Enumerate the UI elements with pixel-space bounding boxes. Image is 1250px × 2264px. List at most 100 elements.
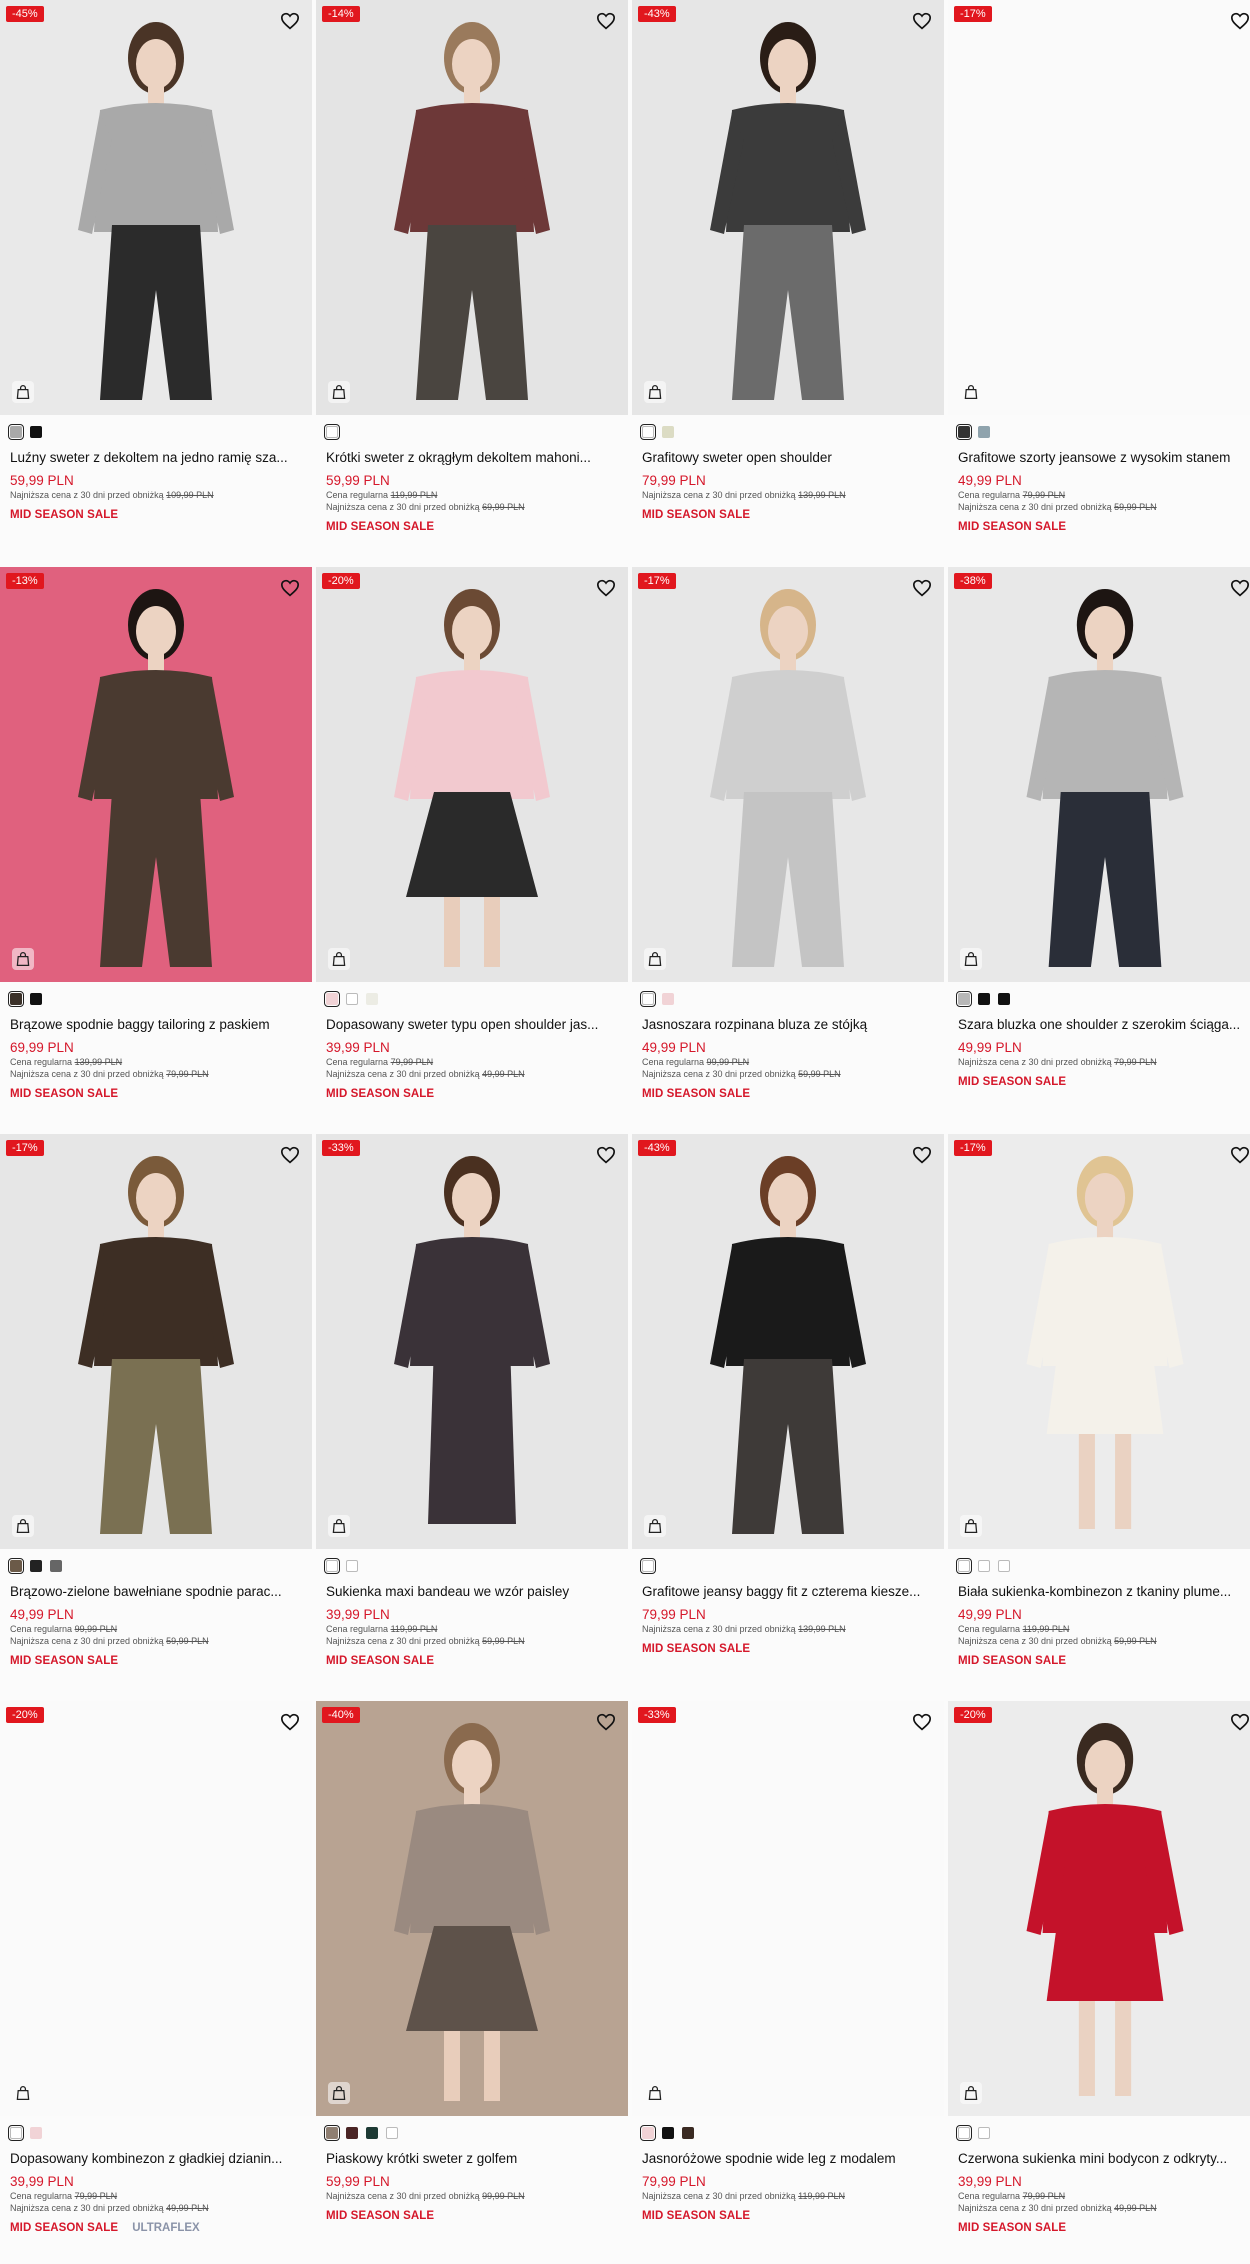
color-swatch[interactable] — [8, 424, 24, 440]
shopping-bag-icon[interactable] — [960, 381, 982, 403]
color-swatch[interactable] — [366, 993, 378, 1005]
product-image[interactable]: -14% — [316, 0, 628, 415]
heart-icon[interactable] — [912, 579, 932, 597]
product-card[interactable]: -20% Czerwona sukienka mini bodycon z od… — [948, 1701, 1250, 2264]
shopping-bag-icon[interactable] — [960, 1515, 982, 1537]
color-swatch[interactable] — [640, 991, 656, 1007]
product-title[interactable]: Piaskowy krótki sweter z golfem — [326, 2150, 618, 2168]
product-card[interactable]: -17% Jasnoszara rozpinana bluza ze stójk… — [632, 567, 944, 1130]
heart-icon[interactable] — [280, 579, 300, 597]
product-title[interactable]: Jasnoszara rozpinana bluza ze stójką — [642, 1016, 934, 1034]
product-card[interactable]: -17% Biała sukienka-kombinezon z tkaniny… — [948, 1134, 1250, 1697]
product-title[interactable]: Brązowe spodnie baggy tailoring z paskie… — [10, 1016, 302, 1034]
color-swatch[interactable] — [956, 424, 972, 440]
heart-icon[interactable] — [596, 579, 616, 597]
color-swatch[interactable] — [662, 2127, 674, 2139]
product-image[interactable]: -20% — [316, 567, 628, 982]
color-swatch[interactable] — [978, 426, 990, 438]
product-title[interactable]: Dopasowany sweter typu open shoulder jas… — [326, 1016, 618, 1034]
color-swatch[interactable] — [978, 1560, 990, 1572]
shopping-bag-icon[interactable] — [12, 948, 34, 970]
shopping-bag-icon[interactable] — [328, 381, 350, 403]
product-title[interactable]: Jasnoróżowe spodnie wide leg z modalem — [642, 2150, 934, 2168]
product-title[interactable]: Szara bluzka one shoulder z szerokim ści… — [958, 1016, 1250, 1034]
heart-icon[interactable] — [1230, 1146, 1250, 1164]
product-title[interactable]: Dopasowany kombinezon z gładkiej dzianin… — [10, 2150, 302, 2168]
shopping-bag-icon[interactable] — [12, 2082, 34, 2104]
shopping-bag-icon[interactable] — [328, 948, 350, 970]
product-image[interactable]: -17% — [0, 1134, 312, 1549]
product-image[interactable]: -33% — [632, 1701, 944, 2116]
shopping-bag-icon[interactable] — [644, 1515, 666, 1537]
product-image[interactable]: -33% — [316, 1134, 628, 1549]
product-image[interactable]: -13% — [0, 567, 312, 982]
color-swatch[interactable] — [30, 993, 42, 1005]
color-swatch[interactable] — [324, 2125, 340, 2141]
product-card[interactable]: -17% Grafitowe szorty jeansowe z wysokim… — [948, 0, 1250, 563]
product-card[interactable]: -33% Jasnoróżowe spodnie wide leg z moda… — [632, 1701, 944, 2264]
heart-icon[interactable] — [1230, 12, 1250, 30]
product-image[interactable]: -17% — [948, 0, 1250, 415]
color-swatch[interactable] — [682, 2127, 694, 2139]
heart-icon[interactable] — [280, 12, 300, 30]
color-swatch[interactable] — [346, 1560, 358, 1572]
product-image[interactable]: -17% — [632, 567, 944, 982]
product-card[interactable]: -45% Luźny sweter z dekoltem na jedno ra… — [0, 0, 312, 563]
shopping-bag-icon[interactable] — [328, 1515, 350, 1537]
color-swatch[interactable] — [8, 1558, 24, 1574]
shopping-bag-icon[interactable] — [960, 948, 982, 970]
product-card[interactable]: -20% Dopasowany kombinezon z gładkiej dz… — [0, 1701, 312, 2264]
color-swatch[interactable] — [956, 2125, 972, 2141]
heart-icon[interactable] — [1230, 1713, 1250, 1731]
color-swatch[interactable] — [978, 993, 990, 1005]
shopping-bag-icon[interactable] — [12, 1515, 34, 1537]
heart-icon[interactable] — [280, 1713, 300, 1731]
product-image[interactable]: -40% — [316, 1701, 628, 2116]
color-swatch[interactable] — [8, 2125, 24, 2141]
product-title[interactable]: Brązowo-zielone bawełniane spodnie parac… — [10, 1583, 302, 1601]
heart-icon[interactable] — [912, 12, 932, 30]
product-image[interactable]: -20% — [0, 1701, 312, 2116]
product-card[interactable]: -17% Brązowo-zielone bawełniane spodnie … — [0, 1134, 312, 1697]
heart-icon[interactable] — [596, 1713, 616, 1731]
product-card[interactable]: -13% Brązowe spodnie baggy tailoring z p… — [0, 567, 312, 1130]
color-swatch[interactable] — [640, 424, 656, 440]
product-image[interactable]: -43% — [632, 0, 944, 415]
color-swatch[interactable] — [998, 1560, 1010, 1572]
color-swatch[interactable] — [640, 1558, 656, 1574]
product-title[interactable]: Grafitowy sweter open shoulder — [642, 449, 934, 467]
color-swatch[interactable] — [978, 2127, 990, 2139]
product-title[interactable]: Grafitowe jeansy baggy fit z czterema ki… — [642, 1583, 934, 1601]
shopping-bag-icon[interactable] — [644, 381, 666, 403]
product-image[interactable]: -45% — [0, 0, 312, 415]
shopping-bag-icon[interactable] — [960, 2082, 982, 2104]
product-card[interactable]: -33% Sukienka maxi bandeau we wzór paisl… — [316, 1134, 628, 1697]
heart-icon[interactable] — [280, 1146, 300, 1164]
heart-icon[interactable] — [596, 12, 616, 30]
product-card[interactable]: -20% Dopasowany sweter typu open shoulde… — [316, 567, 628, 1130]
color-swatch[interactable] — [956, 1558, 972, 1574]
product-card[interactable]: -43% Grafitowe jeansy baggy fit z cztere… — [632, 1134, 944, 1697]
product-title[interactable]: Luźny sweter z dekoltem na jedno ramię s… — [10, 449, 302, 467]
color-swatch[interactable] — [662, 993, 674, 1005]
heart-icon[interactable] — [1230, 579, 1250, 597]
color-swatch[interactable] — [366, 2127, 378, 2139]
color-swatch[interactable] — [640, 2125, 656, 2141]
color-swatch[interactable] — [8, 991, 24, 1007]
color-swatch[interactable] — [346, 2127, 358, 2139]
heart-icon[interactable] — [596, 1146, 616, 1164]
product-card[interactable]: -40% Piaskowy krótki sweter z golfem 59,… — [316, 1701, 628, 2264]
heart-icon[interactable] — [912, 1146, 932, 1164]
color-swatch[interactable] — [998, 993, 1010, 1005]
product-image[interactable]: -17% — [948, 1134, 1250, 1549]
product-card[interactable]: -38% Szara bluzka one shoulder z szeroki… — [948, 567, 1250, 1130]
shopping-bag-icon[interactable] — [644, 2082, 666, 2104]
color-swatch[interactable] — [324, 991, 340, 1007]
product-card[interactable]: -43% Grafitowy sweter open shoulder 79,9… — [632, 0, 944, 563]
shopping-bag-icon[interactable] — [12, 381, 34, 403]
product-title[interactable]: Grafitowe szorty jeansowe z wysokim stan… — [958, 449, 1250, 467]
color-swatch[interactable] — [346, 993, 358, 1005]
color-swatch[interactable] — [324, 424, 340, 440]
color-swatch[interactable] — [30, 426, 42, 438]
product-image[interactable]: -20% — [948, 1701, 1250, 2116]
